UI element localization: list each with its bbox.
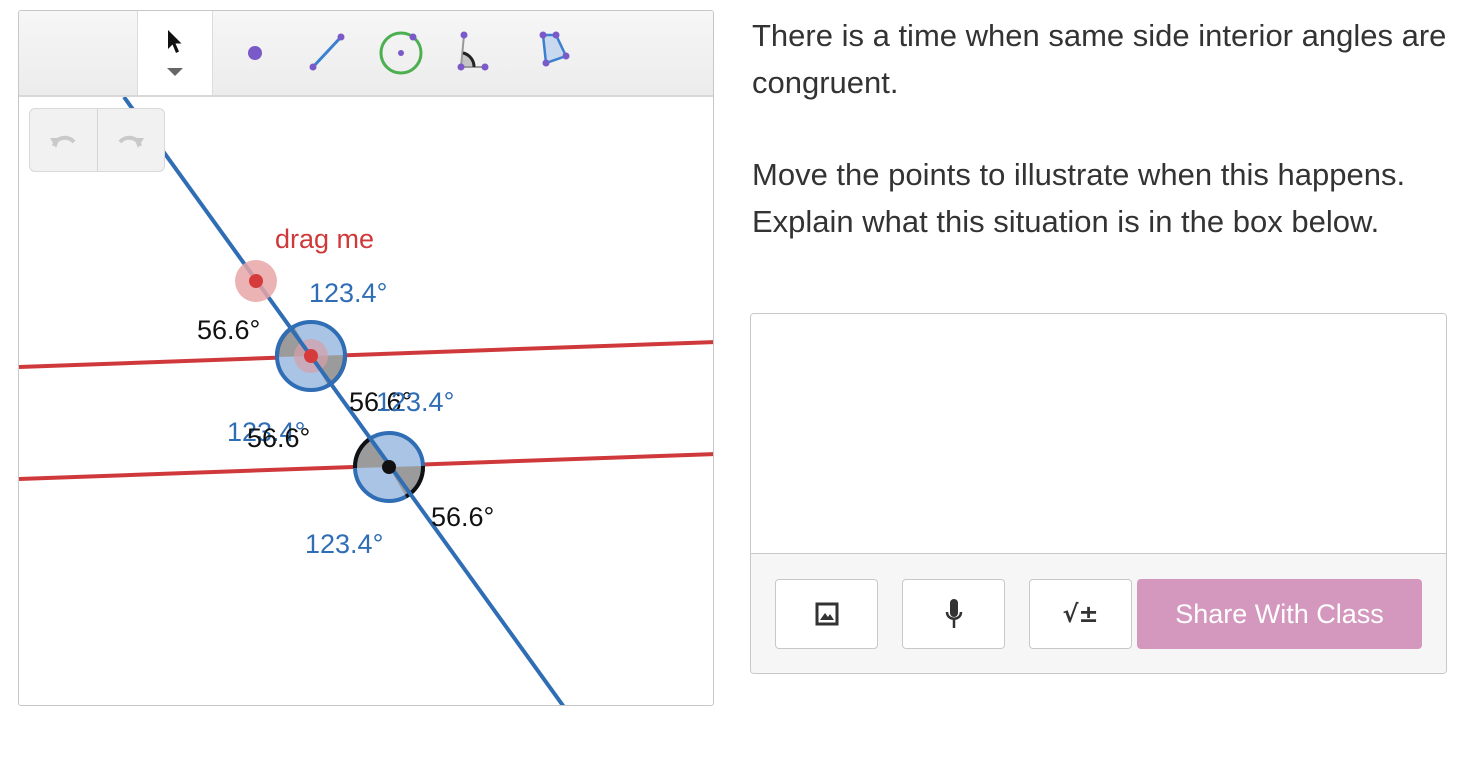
insert-image-button[interactable] bbox=[775, 579, 878, 649]
prompt-paragraph-2: Move the points to illustrate when this … bbox=[752, 157, 1406, 239]
angle-label: 123.4° bbox=[305, 529, 383, 559]
parallel-line-top[interactable] bbox=[19, 340, 714, 369]
angle-label: 56.6° bbox=[247, 423, 310, 453]
redo-icon bbox=[118, 135, 144, 148]
math-input-button[interactable]: √± bbox=[1029, 579, 1132, 649]
undo-button[interactable] bbox=[30, 109, 97, 171]
record-audio-button[interactable] bbox=[902, 579, 1005, 649]
image-icon bbox=[815, 602, 838, 626]
angle-label: 123.4° bbox=[376, 387, 454, 417]
point-tool[interactable] bbox=[223, 11, 287, 95]
response-text-input[interactable] bbox=[751, 314, 1446, 554]
question-prompt: There is a time when same side interior … bbox=[752, 12, 1452, 290]
drag-me-label: drag me bbox=[275, 224, 374, 254]
angle-tool[interactable] bbox=[439, 11, 503, 95]
response-toolbar: √± Share With Class bbox=[751, 554, 1446, 673]
angle-icon bbox=[457, 31, 489, 71]
angle-label: 56.6° bbox=[431, 502, 494, 532]
microphone-icon bbox=[945, 599, 962, 628]
segment-tool[interactable] bbox=[295, 11, 359, 95]
point-icon bbox=[248, 46, 262, 60]
circle-tool[interactable] bbox=[369, 11, 433, 95]
share-with-class-button[interactable]: Share With Class bbox=[1137, 579, 1422, 649]
undo-redo-group bbox=[29, 108, 165, 172]
angle-label: 56.6° bbox=[197, 315, 260, 345]
prompt-paragraph-1: There is a time when same side interior … bbox=[752, 18, 1447, 100]
segment-icon bbox=[309, 33, 345, 71]
arrow-cursor-icon bbox=[168, 30, 182, 53]
geometry-applet: drag me 123.4° 56.6° 56.6° 123.4° 123.4°… bbox=[18, 10, 714, 706]
dropdown-caret-icon[interactable] bbox=[166, 67, 184, 77]
circle-icon bbox=[379, 31, 423, 75]
polygon-tool[interactable] bbox=[525, 11, 589, 95]
polygon-icon bbox=[539, 31, 570, 67]
undo-icon bbox=[50, 135, 76, 148]
transversal-line[interactable] bbox=[122, 97, 566, 706]
drag-point[interactable] bbox=[235, 260, 277, 302]
angle-label: 123.4° bbox=[309, 278, 387, 308]
response-box: √± Share With Class bbox=[750, 313, 1447, 674]
move-tool[interactable] bbox=[137, 11, 213, 95]
geometry-toolbar bbox=[19, 11, 713, 97]
redo-button[interactable] bbox=[96, 109, 165, 171]
intersection-point-top[interactable] bbox=[304, 349, 318, 363]
geometry-canvas[interactable]: drag me 123.4° 56.6° 56.6° 123.4° 123.4°… bbox=[19, 97, 714, 706]
intersection-point-bottom[interactable] bbox=[382, 460, 396, 474]
